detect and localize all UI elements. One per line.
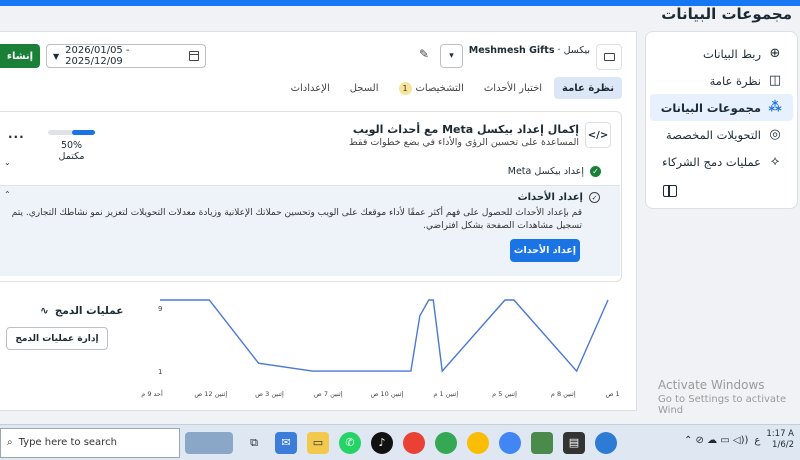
- x-tick-label: إثنين 10 ص: [371, 390, 404, 398]
- search-placeholder: Type here to search: [18, 437, 117, 448]
- step-events-description: قم بإعداد الأحداث للحصول على فهم أكثر عم…: [11, 208, 582, 231]
- chrome-icon[interactable]: [499, 431, 521, 454]
- step-events-panel: ⌃ ✓ إعداد الأحداث قم بإعداد الأحداث للحص…: [0, 185, 620, 276]
- tab-settings[interactable]: الإعدادات: [283, 77, 338, 99]
- sidebar-item-label: مجموعات البيانات: [660, 100, 761, 115]
- pixel-icon-box: [596, 44, 622, 70]
- chevron-up-icon[interactable]: ⌃: [4, 190, 11, 199]
- collapse-chevron-icon[interactable]: ⌄: [4, 158, 11, 167]
- create-button[interactable]: إنشاء: [0, 44, 40, 68]
- collapse-sidebar-icon[interactable]: [663, 185, 677, 197]
- tab-history[interactable]: السجل: [342, 77, 387, 99]
- x-tick-label: ثلاثاء 12 ص: [606, 390, 620, 398]
- pixel-type: بيكسل: [563, 45, 590, 56]
- caret-down-icon: ▼: [53, 51, 60, 61]
- file-explorer-icon[interactable]: ▭: [307, 431, 329, 454]
- date-range-picker[interactable]: ▼ 2026/01/05 - 2025/12/09: [46, 44, 206, 68]
- sidebar-item-overview[interactable]: ◫ نظرة عامة: [650, 67, 793, 94]
- chrome-icon[interactable]: [435, 431, 457, 454]
- laptop-icon: [603, 53, 615, 61]
- overview-icon: ◫: [768, 73, 782, 88]
- tab-overview[interactable]: نظرة عامة: [554, 77, 622, 99]
- x-tick-label: إثنين 3 ص: [255, 390, 284, 398]
- datasets-icon: ⁂: [768, 100, 782, 115]
- setup-subtitle: المساعدة على تحسين الرؤى والأداء في بضع …: [349, 137, 579, 148]
- whatsapp-icon[interactable]: ✆: [339, 431, 361, 454]
- sidebar-item-connect-data[interactable]: ⊕ ربط البيانات: [650, 40, 793, 67]
- activation-watermark-subtitle: Go to Settings to activate Wind: [658, 394, 787, 416]
- pixel-title: Meshmesh Gifts: [468, 45, 555, 56]
- integrations-heading: عمليات الدمج ∿: [40, 305, 123, 317]
- series-line: [160, 299, 609, 373]
- setup-progress-bar: [48, 130, 95, 135]
- page-title: مجموعات البيانات: [661, 5, 792, 23]
- messenger-icon[interactable]: [595, 431, 617, 454]
- taskbar-search[interactable]: ⌕ Type here to search: [0, 427, 180, 458]
- handshake-icon: ⟡: [770, 154, 780, 169]
- sidebar-item-custom-conversions[interactable]: ◎ التحويلات المخصصة: [650, 121, 793, 148]
- clock[interactable]: 1:17 A 1/6/2: [766, 429, 794, 451]
- setup-title: إكمال إعداد بيكسل Meta مع أحداث الويب: [352, 123, 579, 136]
- taskbar: ⌕ Type here to search ⧉ ✉ ▭ ✆ ♪ ▤ ⌃ ⊘ ☁ …: [0, 424, 800, 460]
- step-pixel-label: إعداد بيكسل Meta: [507, 166, 584, 177]
- date-range-value: 2026/01/05 - 2025/12/09: [65, 45, 130, 67]
- app-icon[interactable]: [531, 431, 553, 454]
- integrations-title: عمليات الدمج: [54, 305, 124, 317]
- setup-progress-label: 50% مكتمل: [58, 140, 85, 162]
- sidebar-item-label: التحويلات المخصصة: [666, 127, 761, 142]
- check-complete-icon: ✓: [590, 166, 601, 177]
- activity-line-chart: 1 9 أحد 9 م إثنين 12 ص إثنين 3 ص إثنين 7 ص إثن…: [141, 299, 620, 398]
- activation-watermark-title: Activate Windows: [658, 378, 765, 392]
- calendar-icon: [188, 51, 199, 61]
- tab-test-events[interactable]: اختبار الأحداث: [476, 77, 550, 99]
- chevron-down-icon: ▾: [449, 51, 454, 61]
- tiktok-icon[interactable]: ♪: [371, 431, 393, 454]
- sidebar-item-partner-integrations[interactable]: ⟡ عمليات دمج الشركاء: [650, 148, 793, 175]
- x-tick-label: إثنين 5 م: [492, 390, 517, 398]
- step-events-title: إعداد الأحداث: [517, 192, 583, 203]
- tab-diagnostics[interactable]: التشخيصات 1: [391, 77, 472, 99]
- tab-bar: نظرة عامة اختبار الأحداث التشخيصات 1 السج…: [283, 77, 622, 99]
- task-view-icon[interactable]: ⧉: [243, 432, 265, 454]
- sidebar-item-datasets[interactable]: ⁂ مجموعات البيانات: [650, 94, 793, 121]
- setup-events-button[interactable]: إعداد الأحداث: [510, 239, 580, 262]
- tray-icons[interactable]: ⌃ ⊘ ☁ ▭ ◁)): [684, 435, 748, 446]
- step-events-header: ✓ إعداد الأحداث: [518, 192, 600, 203]
- x-tick-label: أحد 9 م: [141, 389, 163, 398]
- manage-integrations-button[interactable]: إدارة عمليات الدمج: [6, 327, 108, 350]
- pulse-icon: ∿: [40, 305, 49, 317]
- chrome-icon[interactable]: [403, 431, 425, 454]
- y-tick-label: 1: [158, 368, 162, 376]
- plus-circle-icon: ⊕: [769, 46, 781, 61]
- x-tick-label: إثنين 12 ص: [194, 390, 227, 398]
- more-options-icon[interactable]: ···: [8, 130, 25, 144]
- setup-progress-fill: [71, 130, 95, 135]
- x-tick-label: إثنين 8 م: [551, 390, 576, 398]
- x-tick-label: إثنين 1 م: [433, 390, 458, 398]
- search-icon: ⌕: [7, 437, 13, 448]
- sidebar-item-label: ربط البيانات: [703, 46, 761, 61]
- language-indicator[interactable]: ع: [754, 435, 760, 446]
- pixel-dropdown-button[interactable]: ▾: [440, 44, 463, 68]
- sidebar-item-label: نظرة عامة: [709, 73, 761, 88]
- x-tick-label: إثنين 7 ص: [314, 390, 343, 398]
- pixel-name: بيكسل · Meshmesh Gifts: [468, 45, 590, 56]
- check-outline-icon: ✓: [589, 192, 600, 203]
- terminal-icon[interactable]: ▤: [563, 431, 585, 454]
- system-tray: ⌃ ⊘ ☁ ▭ ◁)) ع 1:17 A 1/6/2: [684, 429, 794, 451]
- sidebar: ⊕ ربط البيانات ◫ نظرة عامة ⁂ مجموعات الب…: [645, 31, 798, 209]
- sidebar-item-label: عمليات دمج الشركاء: [662, 154, 761, 169]
- chrome-icon[interactable]: [467, 431, 489, 454]
- custom-conversion-icon: ◎: [769, 127, 781, 142]
- code-icon: </>: [585, 122, 611, 148]
- weather-widget-icon[interactable]: [185, 431, 233, 454]
- mail-icon[interactable]: ✉: [275, 431, 297, 454]
- y-tick-label: 9: [158, 305, 162, 313]
- diagnostics-count-badge: 1: [398, 81, 412, 95]
- edit-pencil-icon[interactable]: ✎: [419, 47, 429, 61]
- step-pixel-setup[interactable]: ✓ إعداد بيكسل Meta: [508, 166, 601, 177]
- setup-card: </> إكمال إعداد بيكسل Meta مع أحداث الوي…: [0, 111, 622, 282]
